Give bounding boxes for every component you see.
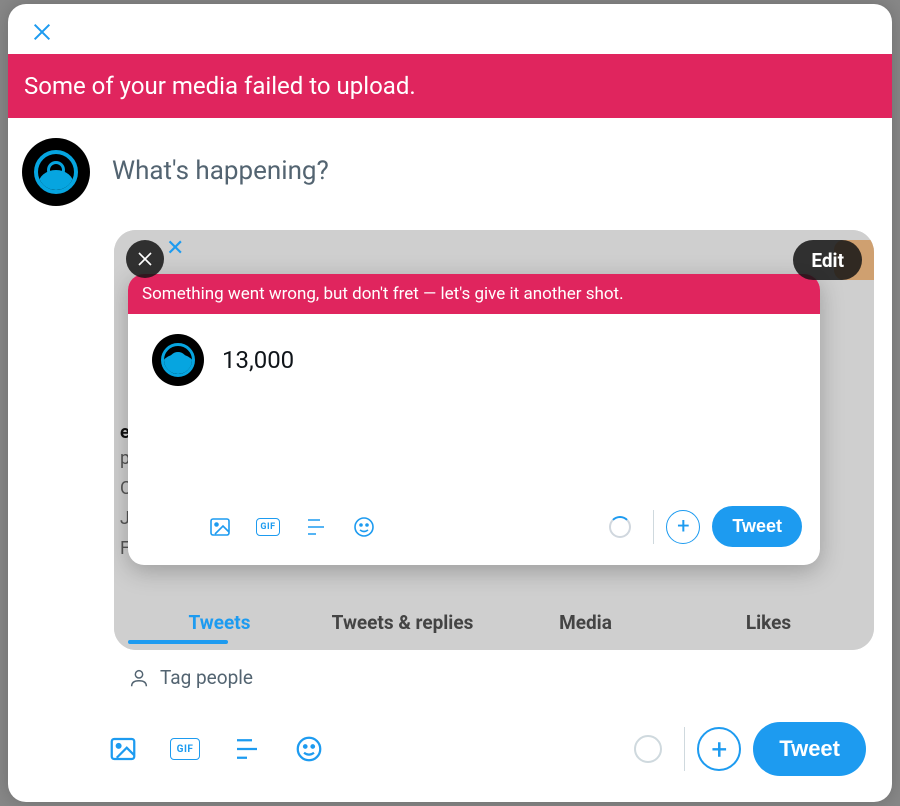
- profile-tabs: Tweets Tweets & replies Media Likes: [114, 601, 874, 644]
- add-thread-button[interactable]: +: [697, 727, 741, 771]
- remove-media-button[interactable]: [126, 240, 164, 278]
- inner-error-text: Something went wrong, but don't fret — l…: [142, 284, 624, 304]
- close-button[interactable]: [30, 20, 54, 44]
- person-icon: [128, 667, 150, 689]
- compose-input[interactable]: What's happening?: [90, 138, 329, 186]
- gif-label: GIF: [170, 738, 200, 760]
- edit-label: Edit: [811, 249, 844, 272]
- avatar-image: [34, 150, 78, 194]
- plus-icon: +: [711, 733, 727, 766]
- image-icon[interactable]: [208, 515, 232, 539]
- plus-icon: +: [677, 514, 689, 539]
- divider: [684, 727, 685, 771]
- tag-people-button[interactable]: Tag people: [8, 650, 892, 689]
- inner-error-banner: Something went wrong, but don't fret — l…: [128, 274, 820, 316]
- gif-icon[interactable]: GIF: [256, 515, 280, 539]
- edit-media-button[interactable]: Edit: [793, 240, 862, 280]
- tweet-button[interactable]: Tweet: [753, 722, 866, 776]
- char-count-ring: [609, 516, 631, 538]
- divider: [653, 510, 654, 544]
- compose-tweet-modal: Some of your media failed to upload. Wha…: [8, 4, 892, 802]
- inner-tool-icons: GIF: [208, 515, 376, 539]
- emoji-icon[interactable]: [352, 515, 376, 539]
- inner-compose-row: 13,000: [128, 316, 820, 386]
- error-banner: Some of your media failed to upload.: [8, 54, 892, 120]
- compose-row: What's happening?: [8, 120, 892, 206]
- inner-compose-text[interactable]: 13,000: [222, 346, 294, 374]
- emoji-icon[interactable]: [294, 734, 324, 764]
- media-attachment: el po C Jo F Tweets Tweets & replies Med…: [114, 230, 874, 650]
- image-icon[interactable]: [108, 734, 138, 764]
- inner-toolbar: GIF + Tweet: [128, 386, 820, 565]
- tweet-button[interactable]: Tweet: [712, 506, 802, 547]
- tab-replies[interactable]: Tweets & replies: [311, 601, 494, 644]
- avatar[interactable]: [152, 334, 204, 386]
- close-icon: [136, 250, 154, 268]
- tab-media[interactable]: Media: [494, 601, 677, 644]
- tag-people-label: Tag people: [160, 666, 253, 689]
- gif-icon[interactable]: GIF: [170, 734, 200, 764]
- avatar-image: [161, 343, 195, 377]
- gif-label: GIF: [256, 518, 280, 536]
- tab-tweets[interactable]: Tweets: [128, 601, 311, 644]
- tool-icons: GIF: [108, 734, 324, 764]
- avatar[interactable]: [22, 138, 90, 206]
- tab-underline: [128, 640, 228, 644]
- close-icon: [31, 21, 53, 43]
- tab-likes[interactable]: Likes: [677, 601, 860, 644]
- poll-icon[interactable]: [232, 734, 262, 764]
- char-count-ring: [634, 735, 662, 763]
- inner-compose-dialog: Something went wrong, but don't fret — l…: [128, 274, 820, 565]
- modal-header: [8, 4, 892, 54]
- add-thread-button[interactable]: +: [666, 510, 700, 544]
- bg-close-icon: ✕: [166, 236, 184, 261]
- poll-icon[interactable]: [304, 515, 328, 539]
- bottom-toolbar: GIF + Tweet: [8, 700, 892, 802]
- error-banner-text: Some of your media failed to upload.: [24, 72, 416, 100]
